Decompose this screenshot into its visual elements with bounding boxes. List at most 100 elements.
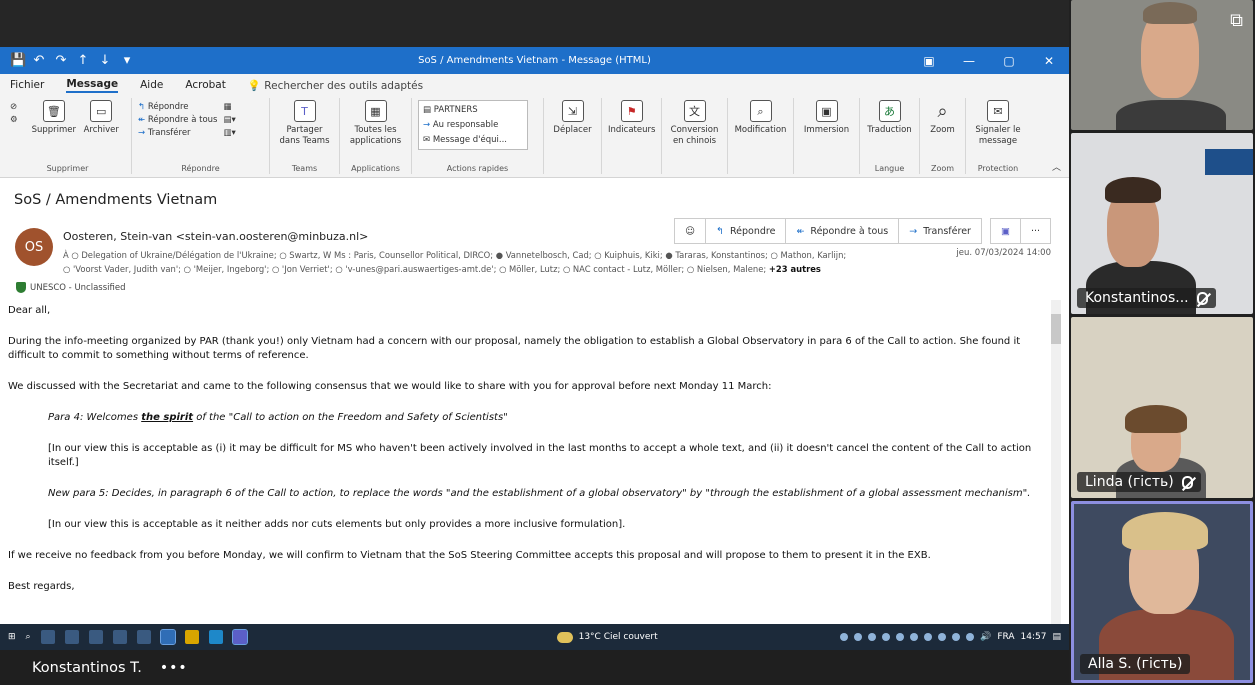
volume-icon[interactable]: 🔊 bbox=[980, 632, 991, 642]
reply-icon: ↰ bbox=[138, 102, 146, 112]
share-teams-button[interactable]: T Partager dans Teams bbox=[276, 98, 333, 147]
group-label-teams: Teams bbox=[291, 164, 318, 173]
quick-step-manager[interactable]: → Au responsable bbox=[423, 118, 523, 133]
undo-icon[interactable]: ↶ bbox=[32, 53, 46, 68]
ribbon-display-icon[interactable]: ▣ bbox=[909, 54, 949, 68]
search-edit-icon: ⌕ bbox=[749, 100, 772, 122]
file-explorer-icon[interactable] bbox=[184, 630, 199, 644]
participant-name: Linda (гість) bbox=[1077, 472, 1201, 492]
taskbar-app-icon[interactable] bbox=[64, 630, 79, 644]
zoom-button[interactable]: ⌕ Zoom bbox=[926, 98, 959, 136]
sensitivity-label: UNESCO - Unclassified bbox=[16, 282, 126, 293]
message-view: SoS / Amendments Vietnam ☺ ↰ Répondre ↞ Ré… bbox=[0, 178, 1069, 650]
more-respond-icon[interactable]: ▥▾ bbox=[223, 128, 235, 138]
tray-icon[interactable] bbox=[910, 633, 919, 641]
recipients-line-1: À ○ Delegation of Ukraine/Délégation de … bbox=[63, 250, 847, 260]
tray-icon[interactable] bbox=[854, 633, 863, 641]
down-arrow-icon[interactable]: ↓ bbox=[98, 53, 112, 68]
more-recipients-link[interactable]: +23 autres bbox=[769, 264, 821, 274]
taskbar-app-icon[interactable] bbox=[88, 630, 103, 644]
teams-taskbar-icon[interactable] bbox=[231, 629, 248, 645]
translate-button[interactable]: あ Traduction bbox=[866, 98, 913, 136]
message-scrollbar[interactable] bbox=[1051, 300, 1061, 640]
screen-share-icon[interactable]: ⧉ bbox=[1230, 10, 1243, 31]
emoji-react-button[interactable]: ☺ bbox=[674, 218, 706, 244]
participant-tile-self[interactable]: ⧉ bbox=[1071, 0, 1253, 130]
tray-icon[interactable] bbox=[952, 633, 961, 641]
tray-icon[interactable] bbox=[924, 633, 933, 641]
teams-share-button[interactable]: ▣ bbox=[989, 218, 1021, 244]
customize-icon[interactable]: ▾ bbox=[120, 53, 134, 68]
rules-icon[interactable]: ⚙ bbox=[10, 115, 30, 125]
up-arrow-icon[interactable]: ↑ bbox=[76, 53, 90, 68]
ribbon: ⊘ ⚙ 🗑 Supprimer ▭ Archiver Supprimer ↰ Rép… bbox=[0, 96, 1069, 178]
msg-reply-button[interactable]: ↰ Répondre bbox=[706, 218, 787, 244]
windows-start-icon[interactable]: ⊞ bbox=[8, 632, 16, 642]
save-icon[interactable]: 💾 bbox=[10, 53, 26, 68]
shield-icon bbox=[16, 282, 26, 293]
report-message-button[interactable]: ✉ Signaler le message bbox=[972, 98, 1024, 147]
all-apps-button[interactable]: ▦ Toutes les applications bbox=[346, 98, 405, 147]
participant-tile-linda[interactable]: Linda (гість) bbox=[1071, 317, 1253, 498]
reply-all-icon: ↞ bbox=[138, 115, 146, 125]
move-button[interactable]: ⇲ Déplacer bbox=[550, 98, 595, 136]
group-immersion: ▣ Immersion bbox=[794, 98, 860, 174]
quick-step-team[interactable]: ✉ Message d'équi... bbox=[423, 133, 523, 148]
menu-fichier[interactable]: Fichier bbox=[10, 79, 44, 91]
im-icon[interactable]: ▤▾ bbox=[223, 115, 235, 125]
maximize-icon[interactable]: ▢ bbox=[989, 54, 1029, 68]
tray-icon[interactable] bbox=[966, 633, 975, 641]
menu-message[interactable]: Message bbox=[66, 78, 119, 93]
modification-button[interactable]: ⌕ Modification bbox=[734, 98, 787, 136]
teams-icon: ▣ bbox=[1000, 225, 1010, 237]
tray-icon[interactable] bbox=[868, 633, 877, 641]
tray-icon[interactable] bbox=[938, 633, 947, 641]
mic-off-icon bbox=[1181, 475, 1193, 489]
delete-button[interactable]: 🗑 Supprimer bbox=[30, 98, 77, 136]
immersion-button[interactable]: ▣ Immersion bbox=[800, 98, 853, 136]
redo-icon[interactable]: ↷ bbox=[54, 53, 68, 68]
sender-address[interactable]: Oosteren, Stein-van <stein-van.oosteren@… bbox=[63, 230, 368, 243]
forward-icon: → bbox=[909, 225, 918, 237]
menu-acrobat[interactable]: Acrobat bbox=[185, 79, 226, 91]
quick-step-partners[interactable]: ▤ PARTNERS bbox=[423, 103, 523, 118]
minimize-icon[interactable]: — bbox=[949, 54, 989, 68]
weather-widget[interactable]: 13°C Ciel couvert bbox=[556, 631, 658, 643]
edge-icon[interactable] bbox=[208, 630, 223, 644]
close-icon[interactable]: ✕ bbox=[1029, 54, 1069, 68]
participant-tile-alla[interactable]: Alla S. (гість) bbox=[1071, 501, 1253, 683]
group-indicateurs: ⚑ Indicateurs bbox=[602, 98, 662, 174]
tray-icon[interactable] bbox=[840, 633, 849, 641]
msg-forward-button[interactable]: → Transférer bbox=[899, 218, 982, 244]
archive-button[interactable]: ▭ Archiver bbox=[78, 98, 125, 136]
recipients: À ○ Delegation of Ukraine/Délégation de … bbox=[63, 248, 903, 276]
forward-button[interactable]: → Transférer bbox=[138, 128, 217, 138]
language-indicator[interactable]: FRA bbox=[997, 632, 1014, 642]
notifications-icon[interactable]: ▤ bbox=[1052, 632, 1061, 642]
taskbar-app-icon[interactable] bbox=[112, 630, 127, 644]
taskbar-app-icon[interactable] bbox=[136, 630, 151, 644]
tray-icon[interactable] bbox=[882, 633, 891, 641]
participant-name: Alla S. (гість) bbox=[1080, 654, 1191, 674]
search-icon[interactable]: ⌕ bbox=[26, 632, 31, 642]
search-tools[interactable]: 💡 Rechercher des outils adaptés bbox=[248, 79, 423, 92]
reply-all-button[interactable]: ↞ Répondre à tous bbox=[138, 115, 217, 125]
clock[interactable]: 14:57 bbox=[1021, 632, 1047, 642]
participant-tile-konstantinos[interactable]: Konstantinos... bbox=[1071, 133, 1253, 314]
conversion-button[interactable]: 文 Conversion en chinois bbox=[668, 98, 721, 147]
task-view-icon[interactable] bbox=[40, 630, 55, 644]
menu-aide[interactable]: Aide bbox=[140, 79, 163, 91]
collapse-ribbon-icon[interactable]: ︿ bbox=[1052, 160, 1061, 173]
ignore-icon[interactable]: ⊘ bbox=[10, 102, 30, 112]
reply-button[interactable]: ↰ Répondre bbox=[138, 102, 217, 112]
msg-reply-all-button[interactable]: ↞ Répondre à tous bbox=[786, 218, 900, 244]
flags-button[interactable]: ⚑ Indicateurs bbox=[608, 98, 655, 136]
archive-icon: ▭ bbox=[90, 100, 113, 122]
outlook-taskbar-icon[interactable] bbox=[159, 629, 176, 645]
tray-icon[interactable] bbox=[896, 633, 905, 641]
meeting-icon[interactable]: ▦ bbox=[223, 102, 235, 112]
more-actions-button[interactable]: ··· bbox=[1020, 218, 1051, 244]
group-deplacer: ⇲ Déplacer bbox=[544, 98, 602, 174]
top-strip bbox=[0, 0, 1069, 47]
presenter-more-button[interactable]: ••• bbox=[160, 660, 188, 676]
